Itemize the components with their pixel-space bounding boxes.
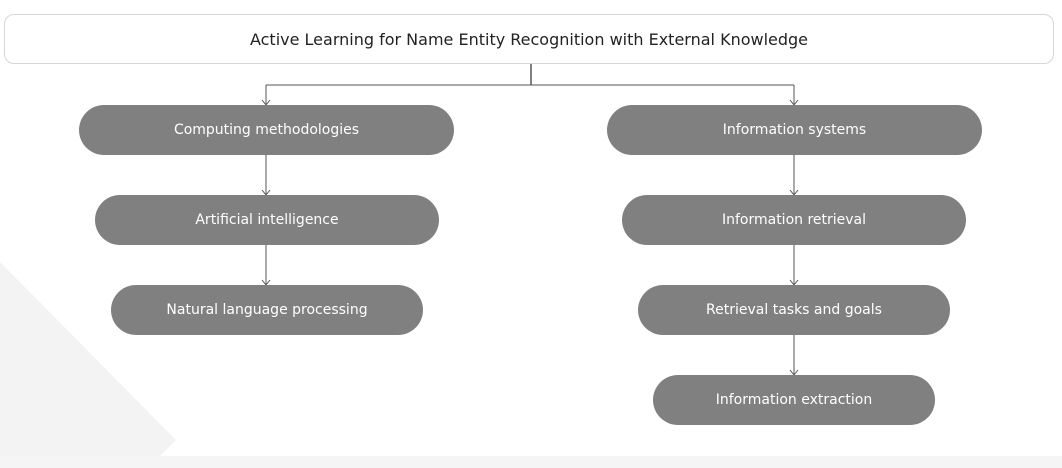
- node-label: Information retrieval: [721, 212, 867, 228]
- node-information-extraction: Information extraction: [653, 375, 935, 425]
- node-label: Natural language processing: [166, 302, 368, 318]
- node-information-retrieval: Information retrieval: [622, 195, 966, 245]
- node-label: Artificial intelligence: [195, 212, 339, 228]
- node-label: Retrieval tasks and goals: [706, 302, 882, 318]
- node-label: Computing methodologies: [173, 122, 360, 138]
- root-node-label: Active Learning for Name Entity Recognit…: [249, 29, 809, 49]
- node-natural-language-processing: Natural language processing: [111, 285, 423, 335]
- node-label: Information systems: [722, 122, 867, 138]
- node-information-systems: Information systems: [607, 105, 982, 155]
- root-node: Active Learning for Name Entity Recognit…: [4, 14, 1054, 64]
- node-artificial-intelligence: Artificial intelligence: [95, 195, 439, 245]
- node-label: Information extraction: [715, 392, 873, 408]
- node-computing-methodologies: Computing methodologies: [79, 105, 454, 155]
- node-retrieval-tasks-and-goals: Retrieval tasks and goals: [638, 285, 950, 335]
